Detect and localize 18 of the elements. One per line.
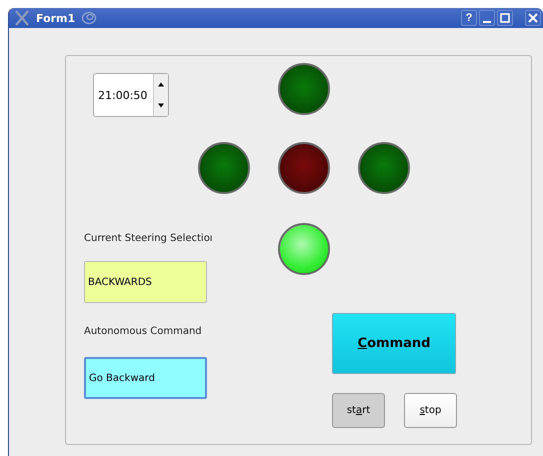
command-button[interactable]: Command bbox=[332, 313, 456, 374]
stop-button[interactable]: stop bbox=[404, 393, 457, 428]
maximize-icon bbox=[500, 13, 510, 23]
help-button[interactable]: ? bbox=[461, 10, 477, 26]
steering-field: BACKWARDS bbox=[84, 261, 207, 303]
maximize-button[interactable] bbox=[497, 10, 513, 26]
window-title: Form1 bbox=[36, 12, 76, 24]
x-logo-icon bbox=[14, 10, 30, 26]
steering-label: Current Steering Selectioı bbox=[84, 233, 213, 244]
command-field: Go Backward bbox=[84, 357, 207, 399]
minimize-button[interactable] bbox=[479, 10, 495, 26]
start-button[interactable]: start bbox=[332, 393, 385, 428]
close-button[interactable] bbox=[525, 10, 541, 26]
autonomous-label: Autonomous Command bbox=[84, 326, 202, 337]
swirl-icon bbox=[81, 11, 98, 25]
close-icon bbox=[528, 13, 538, 23]
time-spinner[interactable]: 21:00:50 bbox=[93, 73, 169, 117]
minimize-icon bbox=[483, 20, 491, 22]
